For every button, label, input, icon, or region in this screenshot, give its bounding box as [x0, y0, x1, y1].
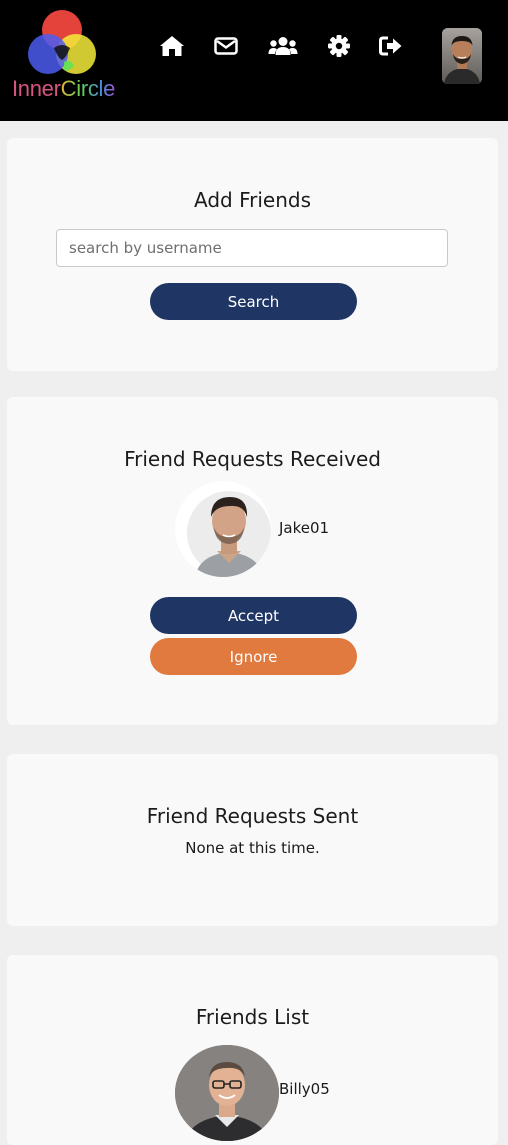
- gear-icon: [328, 35, 350, 57]
- add-friends-title: Add Friends: [193, 188, 311, 212]
- friends-list-title: Friends List: [195, 1005, 310, 1029]
- users-icon: [268, 37, 298, 55]
- requester-username: Jake01: [279, 519, 330, 537]
- logo-text-inner: Inner: [12, 76, 61, 101]
- accept-request-button[interactable]: Accept: [150, 597, 357, 634]
- friend-avatar[interactable]: [175, 1045, 279, 1141]
- user-photo-icon: [442, 28, 482, 84]
- add-friends-card: Add Friends Search: [7, 138, 498, 371]
- friend-item: Billy05: [7, 1045, 498, 1141]
- search-button[interactable]: Search: [150, 283, 357, 320]
- user-photo-icon: [175, 1045, 279, 1141]
- friend-username: Billy05: [279, 1080, 330, 1098]
- requester-avatar[interactable]: [175, 481, 271, 577]
- nav-messages[interactable]: [213, 34, 239, 58]
- envelope-icon: [214, 37, 238, 55]
- nav-logout[interactable]: [378, 34, 404, 58]
- user-photo-icon: [177, 483, 271, 577]
- friend-requests-sent-card: Friend Requests Sent None at this time.: [7, 754, 498, 926]
- nav-home[interactable]: [159, 34, 185, 58]
- top-navbar: InnerCircle: [0, 0, 508, 121]
- ignore-request-button[interactable]: Ignore: [150, 638, 357, 675]
- nav-settings[interactable]: [326, 34, 352, 58]
- logo-circles-icon: [28, 10, 96, 74]
- friends-list-card: Friends List Billy05: [7, 955, 498, 1145]
- friend-request-item: Jake01: [7, 481, 498, 577]
- home-icon: [160, 36, 184, 56]
- logo-text-circle: Circle: [60, 76, 116, 101]
- requests-received-title: Friend Requests Received: [124, 447, 381, 471]
- requests-sent-empty-text: None at this time.: [185, 839, 320, 857]
- innercircle-logo[interactable]: InnerCircle: [10, 6, 122, 102]
- nav-friends[interactable]: [267, 34, 299, 58]
- username-search-input[interactable]: [56, 229, 448, 267]
- friend-requests-received-card: Friend Requests Received Jake01 Accept I…: [7, 397, 498, 725]
- sign-out-icon: [379, 36, 402, 56]
- requests-sent-title: Friend Requests Sent: [146, 804, 359, 828]
- logo-wordmark: InnerCircle: [12, 76, 115, 102]
- profile-avatar[interactable]: [442, 28, 482, 84]
